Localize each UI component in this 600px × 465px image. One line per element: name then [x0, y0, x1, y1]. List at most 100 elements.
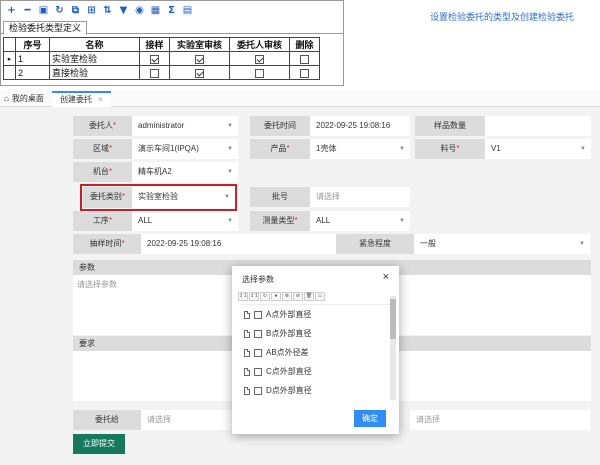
sort-icon[interactable]: ⇅ — [101, 4, 114, 17]
list-item[interactable]: D点外部直径 — [244, 385, 312, 396]
list-item[interactable]: AB点外径差 — [244, 347, 309, 358]
sigma-icon[interactable]: Σ — [165, 4, 178, 17]
table-row[interactable]: 2 直接检验 — [3, 65, 320, 80]
col-header-no: 序号 — [15, 37, 50, 52]
minus-icon[interactable]: ━ — [21, 4, 34, 17]
close-icon[interactable]: × — [98, 93, 103, 107]
excel-icon[interactable]: ▤ — [181, 4, 194, 17]
param-name: AB点外径差 — [266, 348, 309, 357]
cell-name[interactable]: 直接检验 — [49, 65, 140, 80]
client-label: 委托人* — [73, 116, 132, 136]
table-row[interactable]: ▸ 1 实验室检验 — [3, 51, 320, 66]
checkbox-lab-review[interactable] — [195, 68, 204, 78]
dialog-tool-0-icon[interactable]: ↥↧ — [238, 292, 248, 301]
checkbox[interactable] — [254, 329, 262, 338]
col-header-name: 名称 — [49, 37, 140, 52]
chevron-down-icon: ▼ — [227, 146, 233, 152]
hint-text: 设置检验委托的类型及创建检验委托 — [430, 12, 575, 22]
entrust-time-label: 委托时间 — [250, 116, 310, 136]
binoculars-icon[interactable]: ◉ — [133, 4, 146, 17]
checkbox[interactable] — [254, 386, 262, 395]
row-indicator — [3, 65, 16, 80]
file-icon — [244, 386, 250, 395]
cell-name[interactable]: 实验室检验 — [49, 51, 140, 66]
process-select[interactable]: ALL ▼ — [132, 211, 238, 231]
batch-label: 批号 — [250, 187, 310, 207]
ok-button[interactable]: 确定 — [354, 410, 386, 427]
file-icon — [244, 367, 250, 376]
col-header-delete: 删除 — [289, 37, 320, 52]
checkbox-delete[interactable] — [300, 68, 309, 78]
checkbox-delete[interactable] — [300, 54, 309, 64]
filter-icon[interactable]: ▼ — [117, 4, 130, 17]
dialog-tool-6-icon[interactable]: 🗑 — [304, 292, 314, 301]
product-label: 产品* — [250, 139, 310, 159]
cell-delete — [289, 51, 320, 66]
param-name: B点外部直径 — [266, 329, 312, 338]
sample-qty-input[interactable] — [485, 116, 591, 136]
measure-type-label: 测量类型* — [250, 211, 310, 231]
client-select[interactable]: administrator ▼ — [132, 116, 238, 136]
copy-icon[interactable]: ⧉ — [69, 4, 82, 17]
entrust-to-label: 委托给 — [73, 410, 141, 430]
material-no-select[interactable]: V1 ▼ — [485, 139, 591, 159]
close-icon[interactable]: × — [383, 271, 389, 283]
checkbox-sample[interactable] — [150, 54, 159, 64]
sample-qty-label: 样品数量 — [415, 116, 485, 136]
tab-home[interactable]: ⌂ 我的桌面 — [4, 93, 44, 104]
cell-client-review — [229, 65, 290, 80]
cell-delete — [289, 65, 320, 80]
dialog-tool-3-icon[interactable]: ● — [271, 292, 281, 301]
chevron-down-icon: ▼ — [399, 146, 405, 152]
dialog-tool-7-icon[interactable]: ▭ — [315, 292, 325, 301]
list-item[interactable]: C点外部直径 — [244, 366, 312, 377]
product-select[interactable]: 1壳体 ▼ — [310, 139, 410, 159]
dialog-tool-1-icon[interactable]: ↥↧ — [249, 292, 259, 301]
file-icon — [244, 310, 250, 319]
row-indicator-header — [3, 37, 16, 52]
file-icon — [244, 348, 250, 357]
cell-no: 1 — [15, 51, 50, 66]
entrust-type-window: + ━ ▣ ↻ ⧉ ⊞ ⇅ ▼ ◉ ▦ Σ ▤ 检验委托类型定义 序号 名称 接样 实验室审核 委托人… — [0, 0, 344, 86]
measure-type-select[interactable]: ALL ▼ — [310, 211, 410, 231]
cell-no: 2 — [15, 65, 50, 80]
batch-select[interactable]: 请选择 — [310, 187, 410, 207]
dialog-scrollbar-thumb[interactable] — [390, 299, 396, 339]
submit-button[interactable]: 立即提交 — [73, 434, 125, 454]
sampling-time-field[interactable]: 2022-09-25 19:08:16 — [141, 234, 336, 254]
param-name: C点外部直径 — [266, 367, 312, 376]
chevron-down-icon: ▼ — [580, 146, 586, 152]
urgency-select[interactable]: 一般 ▼ — [414, 234, 590, 254]
plus-icon[interactable]: + — [5, 4, 18, 17]
entrust-to-select-2[interactable]: 请选择 — [410, 410, 590, 430]
calculator-icon[interactable]: ▦ — [149, 4, 162, 17]
import-icon[interactable]: ⊞ — [85, 4, 98, 17]
refresh-icon[interactable]: ↻ — [53, 4, 66, 17]
list-item[interactable]: B点外部直径 — [244, 328, 311, 339]
checkbox[interactable] — [254, 310, 262, 319]
tab-home-label: 我的桌面 — [11, 94, 44, 103]
checkbox-client-review[interactable] — [255, 68, 264, 78]
save-icon[interactable]: ▣ — [37, 4, 50, 17]
chevron-down-icon: ▼ — [399, 218, 405, 224]
dialog-toolbar: ↥↧ ↥↧ ↻ ● ⊗ ⊘ 🗑 ▭ — [238, 292, 390, 302]
entrust-time-field[interactable]: 2022-09-25 19:08:16 — [310, 116, 410, 136]
tab-entrust-type-definition[interactable]: 检验委托类型定义 — [3, 21, 88, 35]
dialog-tool-4-icon[interactable]: ⊗ — [282, 292, 292, 301]
tab-create-label: 创建委托 — [60, 95, 92, 104]
checkbox-sample[interactable] — [150, 68, 159, 78]
cell-sample — [139, 51, 170, 66]
list-item[interactable]: A点外部直径 — [244, 309, 311, 320]
area-select[interactable]: 演示车间1(IPQA) ▼ — [132, 139, 238, 159]
machine-select[interactable]: 精车机A2 ▼ — [132, 162, 238, 182]
chevron-down-icon: ▼ — [579, 241, 585, 247]
checkbox[interactable] — [254, 367, 262, 376]
dialog-tool-2-icon[interactable]: ↻ — [260, 292, 270, 301]
col-header-lab-review: 实验室审核 — [169, 37, 230, 52]
checkbox-lab-review[interactable] — [195, 54, 204, 64]
checkbox[interactable] — [254, 348, 262, 357]
checkbox-client-review[interactable] — [255, 54, 264, 64]
dialog-title: 选择参数 — [242, 275, 274, 284]
tab-create-entrust[interactable]: 创建委托 × — [52, 91, 111, 107]
dialog-tool-5-icon[interactable]: ⊘ — [293, 292, 303, 301]
